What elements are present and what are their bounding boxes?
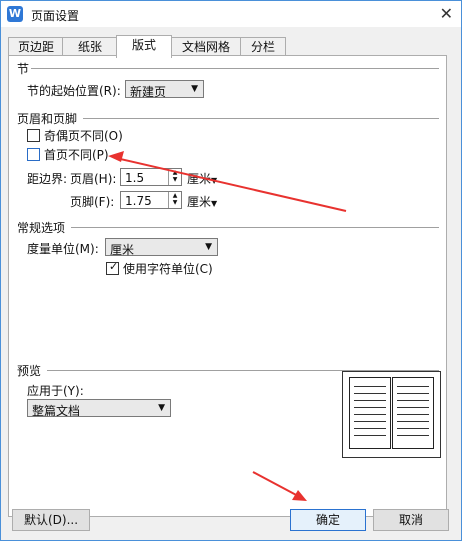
default-button[interactable]: 默认(D)... xyxy=(12,509,90,531)
tab-paper[interactable]: 纸张 xyxy=(62,37,118,57)
layout-panel: 节 节的起始位置(R): 新建页 ▼ 页眉和页脚 奇偶页不同(O) 首页不同(P… xyxy=(8,55,447,517)
char-unit-label: 使用字符单位(C) xyxy=(123,262,213,276)
spin-up-icon[interactable]: ▲ xyxy=(169,192,181,199)
check-icon: ✓ xyxy=(109,260,119,273)
first-page-checkbox[interactable] xyxy=(27,148,40,161)
preview-left-page xyxy=(349,377,391,449)
footer-distance-spinner[interactable]: 1.75 ▲ ▼ xyxy=(120,191,182,209)
header-footer-heading: 页眉和页脚 xyxy=(17,112,78,126)
first-page-label: 首页不同(P) xyxy=(44,148,109,162)
chevron-down-icon: ▼ xyxy=(191,84,198,94)
apply-to-select[interactable]: 整篇文档 ▼ xyxy=(27,399,171,418)
chevron-down-icon: ▼ xyxy=(205,242,212,252)
preview-right-page xyxy=(392,377,434,449)
header-distance-spinner[interactable]: 1.5 ▲ ▼ xyxy=(120,168,182,186)
header-distance-label: 页眉(H): xyxy=(70,172,117,186)
general-options-heading: 常规选项 xyxy=(17,221,66,235)
section-heading: 节 xyxy=(17,62,30,76)
section-start-label: 节的起始位置(R): xyxy=(27,84,121,98)
close-icon[interactable]: ✕ xyxy=(440,4,453,23)
page-setup-dialog: W 页面设置 ✕ 页边距 纸张 版式 文档网格 分栏 节 节的起始位置(R): … xyxy=(0,0,462,541)
measure-unit-select[interactable]: 厘米 ▼ xyxy=(105,238,218,257)
apply-to-label: 应用于(Y): xyxy=(27,384,84,398)
footer-distance-label: 页脚(F): xyxy=(70,195,115,209)
preview-thumbnail xyxy=(342,371,441,458)
dialog-title: 页面设置 xyxy=(31,9,80,23)
spin-down-icon[interactable]: ▼ xyxy=(169,176,181,183)
title-bar: W 页面设置 ✕ xyxy=(1,1,461,27)
dialog-body: 页边距 纸张 版式 文档网格 分栏 节 节的起始位置(R): 新建页 ▼ 页眉和… xyxy=(1,27,461,540)
section-start-select[interactable]: 新建页 ▼ xyxy=(125,80,204,99)
measure-unit-label: 度量单位(M): xyxy=(27,242,99,256)
tab-margins[interactable]: 页边距 xyxy=(8,37,64,57)
preview-heading: 预览 xyxy=(17,364,42,378)
section-divider xyxy=(31,68,439,69)
spin-down-icon[interactable]: ▼ xyxy=(169,199,181,206)
ok-button[interactable]: 确定 xyxy=(290,509,366,531)
header-unit-select[interactable]: 厘米▼ xyxy=(187,170,217,187)
general-options-divider xyxy=(71,227,439,228)
header-footer-divider xyxy=(83,118,439,119)
odd-even-checkbox[interactable] xyxy=(27,129,40,142)
margin-label: 距边界: xyxy=(27,172,68,186)
cancel-button[interactable]: 取消 xyxy=(373,509,449,531)
wps-writer-icon: W xyxy=(7,6,23,22)
footer-unit-select[interactable]: 厘米▼ xyxy=(187,193,217,210)
tab-columns[interactable]: 分栏 xyxy=(240,37,286,57)
spin-up-icon[interactable]: ▲ xyxy=(169,169,181,176)
char-unit-checkbox[interactable]: ✓ xyxy=(106,260,119,275)
tab-document-grid[interactable]: 文档网格 xyxy=(170,37,242,57)
tab-layout[interactable]: 版式 xyxy=(116,35,172,58)
odd-even-label: 奇偶页不同(O) xyxy=(44,129,123,143)
chevron-down-icon: ▼ xyxy=(158,403,165,413)
